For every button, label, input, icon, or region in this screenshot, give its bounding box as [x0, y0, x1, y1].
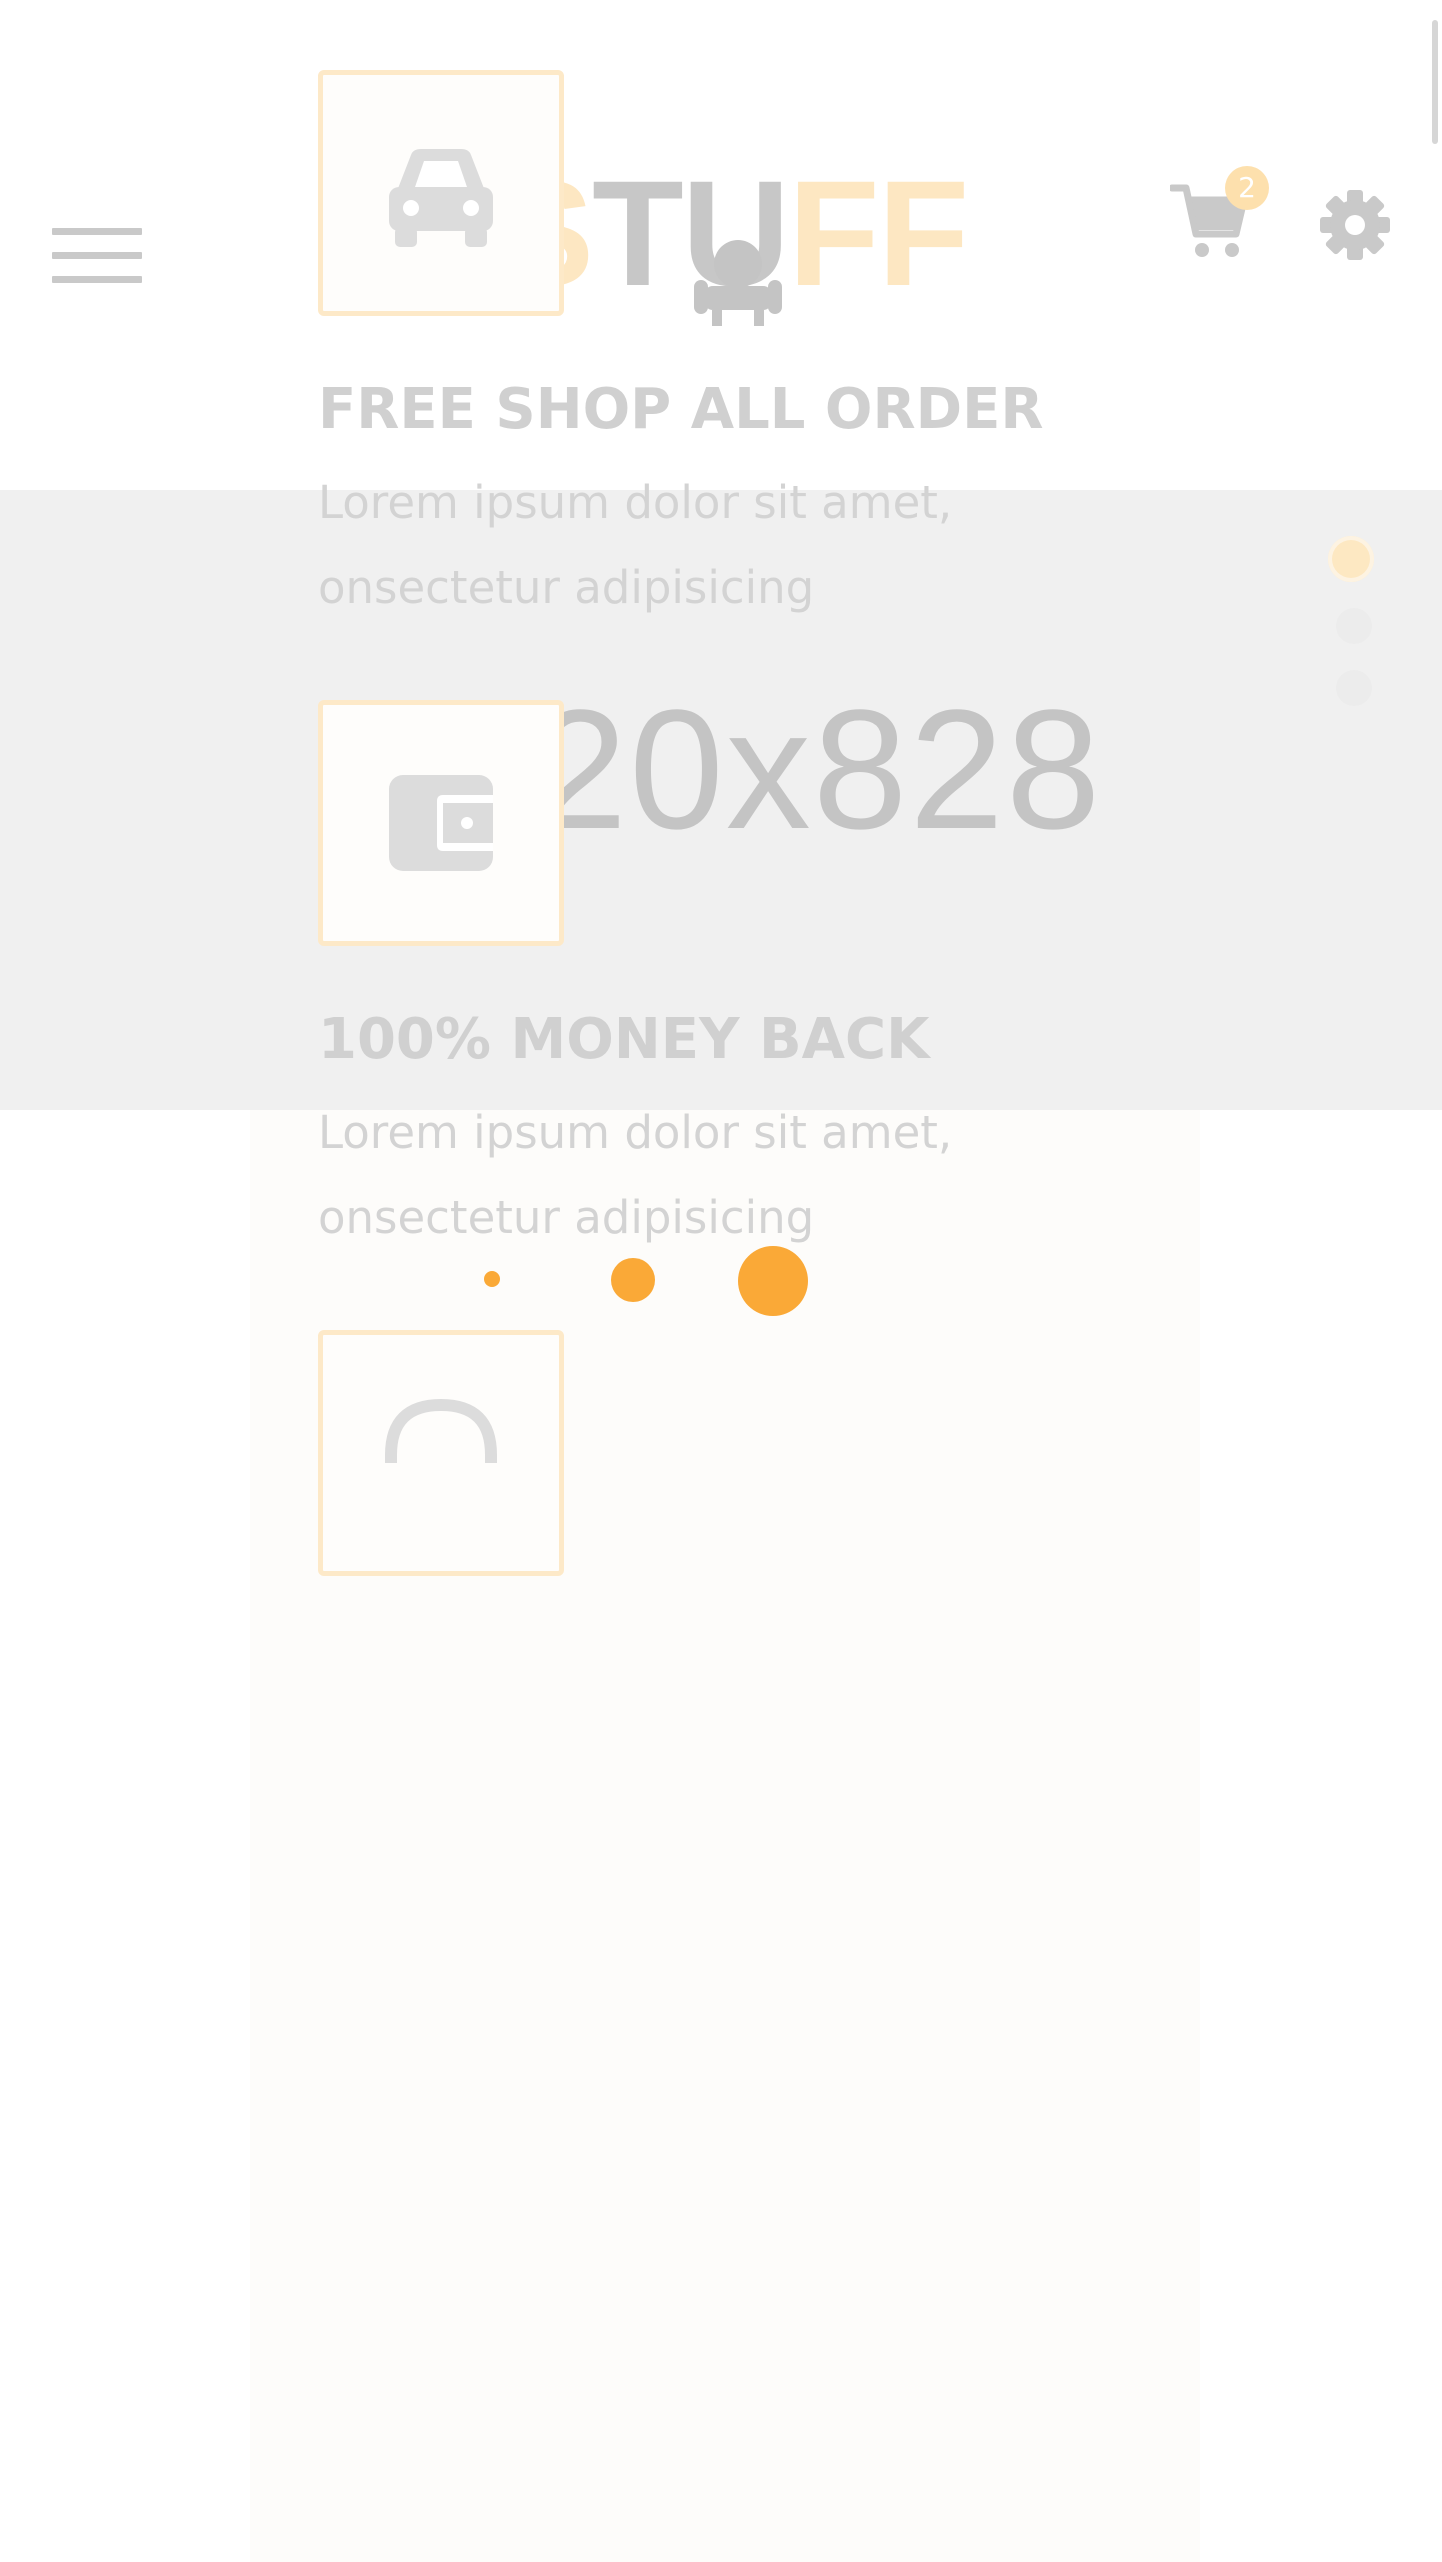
feature-description: Lorem ipsum dolor sit amet, onsectetur a…	[318, 1106, 953, 1244]
scroll-indicator[interactable]	[1432, 20, 1438, 144]
feature-icon-box	[318, 1330, 564, 1576]
cart-count-badge: 2	[1225, 166, 1269, 210]
banner-placeholder-text: 1820x828	[339, 675, 1103, 865]
slider-dot-2[interactable]	[1336, 608, 1372, 644]
headset-icon	[385, 1398, 497, 1463]
feature-title: FREE SHOP ALL ORDER	[318, 377, 1044, 442]
loader-dot-1	[484, 1271, 500, 1287]
feature-icon-box	[318, 70, 564, 316]
car-icon	[389, 149, 493, 247]
slider-dot-3[interactable]	[1336, 670, 1372, 706]
loader-dot-3	[738, 1246, 808, 1316]
loader-dot-2	[611, 1258, 655, 1302]
wallet-icon	[389, 775, 493, 871]
features-section	[0, 1110, 1442, 2562]
slider-dot-1[interactable]	[1328, 536, 1374, 582]
feature-description: Lorem ipsum dolor sit amet, onsectetur a…	[318, 476, 953, 614]
feature-title: 100% MONEY BACK	[318, 1007, 930, 1072]
features-panel	[250, 1110, 1200, 2562]
armchair-icon	[694, 240, 782, 326]
feature-icon-box	[318, 700, 564, 946]
hamburger-menu-icon[interactable]	[52, 228, 142, 288]
gear-icon[interactable]	[1318, 188, 1392, 262]
